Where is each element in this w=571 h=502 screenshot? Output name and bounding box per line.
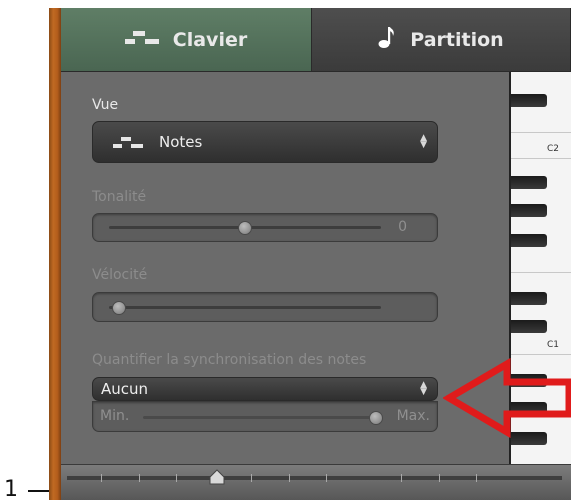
tab-partition-label: Partition (410, 28, 504, 51)
quantize-max-label: Max. (396, 408, 430, 424)
ruler-tick (401, 474, 402, 482)
white-key-separator (511, 272, 571, 273)
quantize-select[interactable]: Aucun ▲ ▼ (92, 377, 438, 401)
smart-controls-panel: Clavier Partition Vue Notes ▲ ▼ Tonalité… (61, 8, 571, 500)
view-tabs: Clavier Partition (61, 8, 571, 72)
callout-number: 1 (4, 477, 18, 502)
ruler-tick (101, 474, 102, 482)
tonalite-label: Tonalité (92, 189, 147, 205)
white-key-separator (511, 158, 571, 159)
ruler-tick (251, 474, 252, 482)
vue-select-value: Notes (159, 133, 203, 151)
quantize-min-label: Min. (100, 408, 130, 424)
tonalite-slider[interactable]: 0 (92, 213, 438, 242)
ruler-tick (139, 474, 140, 482)
select-arrows-icon: ▲ ▼ (420, 380, 427, 397)
black-key[interactable] (511, 292, 547, 305)
quantize-groove (143, 416, 375, 419)
quantize-amount-slider[interactable]: Min. Max. (92, 401, 438, 432)
velocite-label: Vélocité (92, 267, 148, 283)
velocite-groove (109, 306, 381, 309)
ruler-tick (476, 474, 477, 482)
notes-icon (113, 135, 143, 149)
music-note-icon (378, 25, 396, 54)
zoom-knob-icon[interactable] (209, 469, 225, 485)
black-key[interactable] (511, 204, 547, 217)
select-arrows-icon: ▲ ▼ (420, 133, 427, 150)
quantize-knob[interactable] (369, 411, 383, 425)
velocite-knob[interactable] (112, 301, 126, 315)
ruler-tick (439, 474, 440, 482)
wood-side-panel (49, 8, 61, 500)
callout-line (28, 490, 50, 492)
vue-select[interactable]: Notes ▲ ▼ (92, 121, 438, 163)
quantize-select-value: Aucun (101, 380, 149, 398)
zoom-bar (61, 464, 571, 500)
white-key-separator (511, 354, 571, 355)
black-key[interactable] (511, 176, 547, 189)
tonalite-value: 0 (398, 219, 407, 235)
ruler-tick (326, 474, 327, 482)
tab-clavier[interactable]: Clavier (61, 8, 312, 72)
black-key[interactable] (511, 320, 547, 333)
black-key[interactable] (511, 94, 547, 107)
tonalite-knob[interactable] (238, 221, 252, 235)
vue-label: Vue (92, 97, 119, 113)
tab-partition[interactable]: Partition (312, 8, 571, 72)
keyboard-notes-icon (124, 28, 159, 51)
key-label-c1: C1 (547, 340, 560, 350)
zoom-ruler[interactable] (67, 476, 562, 480)
velocite-slider[interactable] (92, 292, 438, 322)
quantize-label: Quantifier la synchronisation des notes (92, 352, 367, 368)
key-label-c2: C2 (547, 144, 560, 154)
ruler-tick (176, 474, 177, 482)
white-key-separator (511, 132, 571, 133)
tab-clavier-label: Clavier (172, 28, 248, 51)
black-key[interactable] (511, 234, 547, 247)
ruler-tick (289, 474, 290, 482)
annotation-arrow-icon (443, 358, 571, 438)
